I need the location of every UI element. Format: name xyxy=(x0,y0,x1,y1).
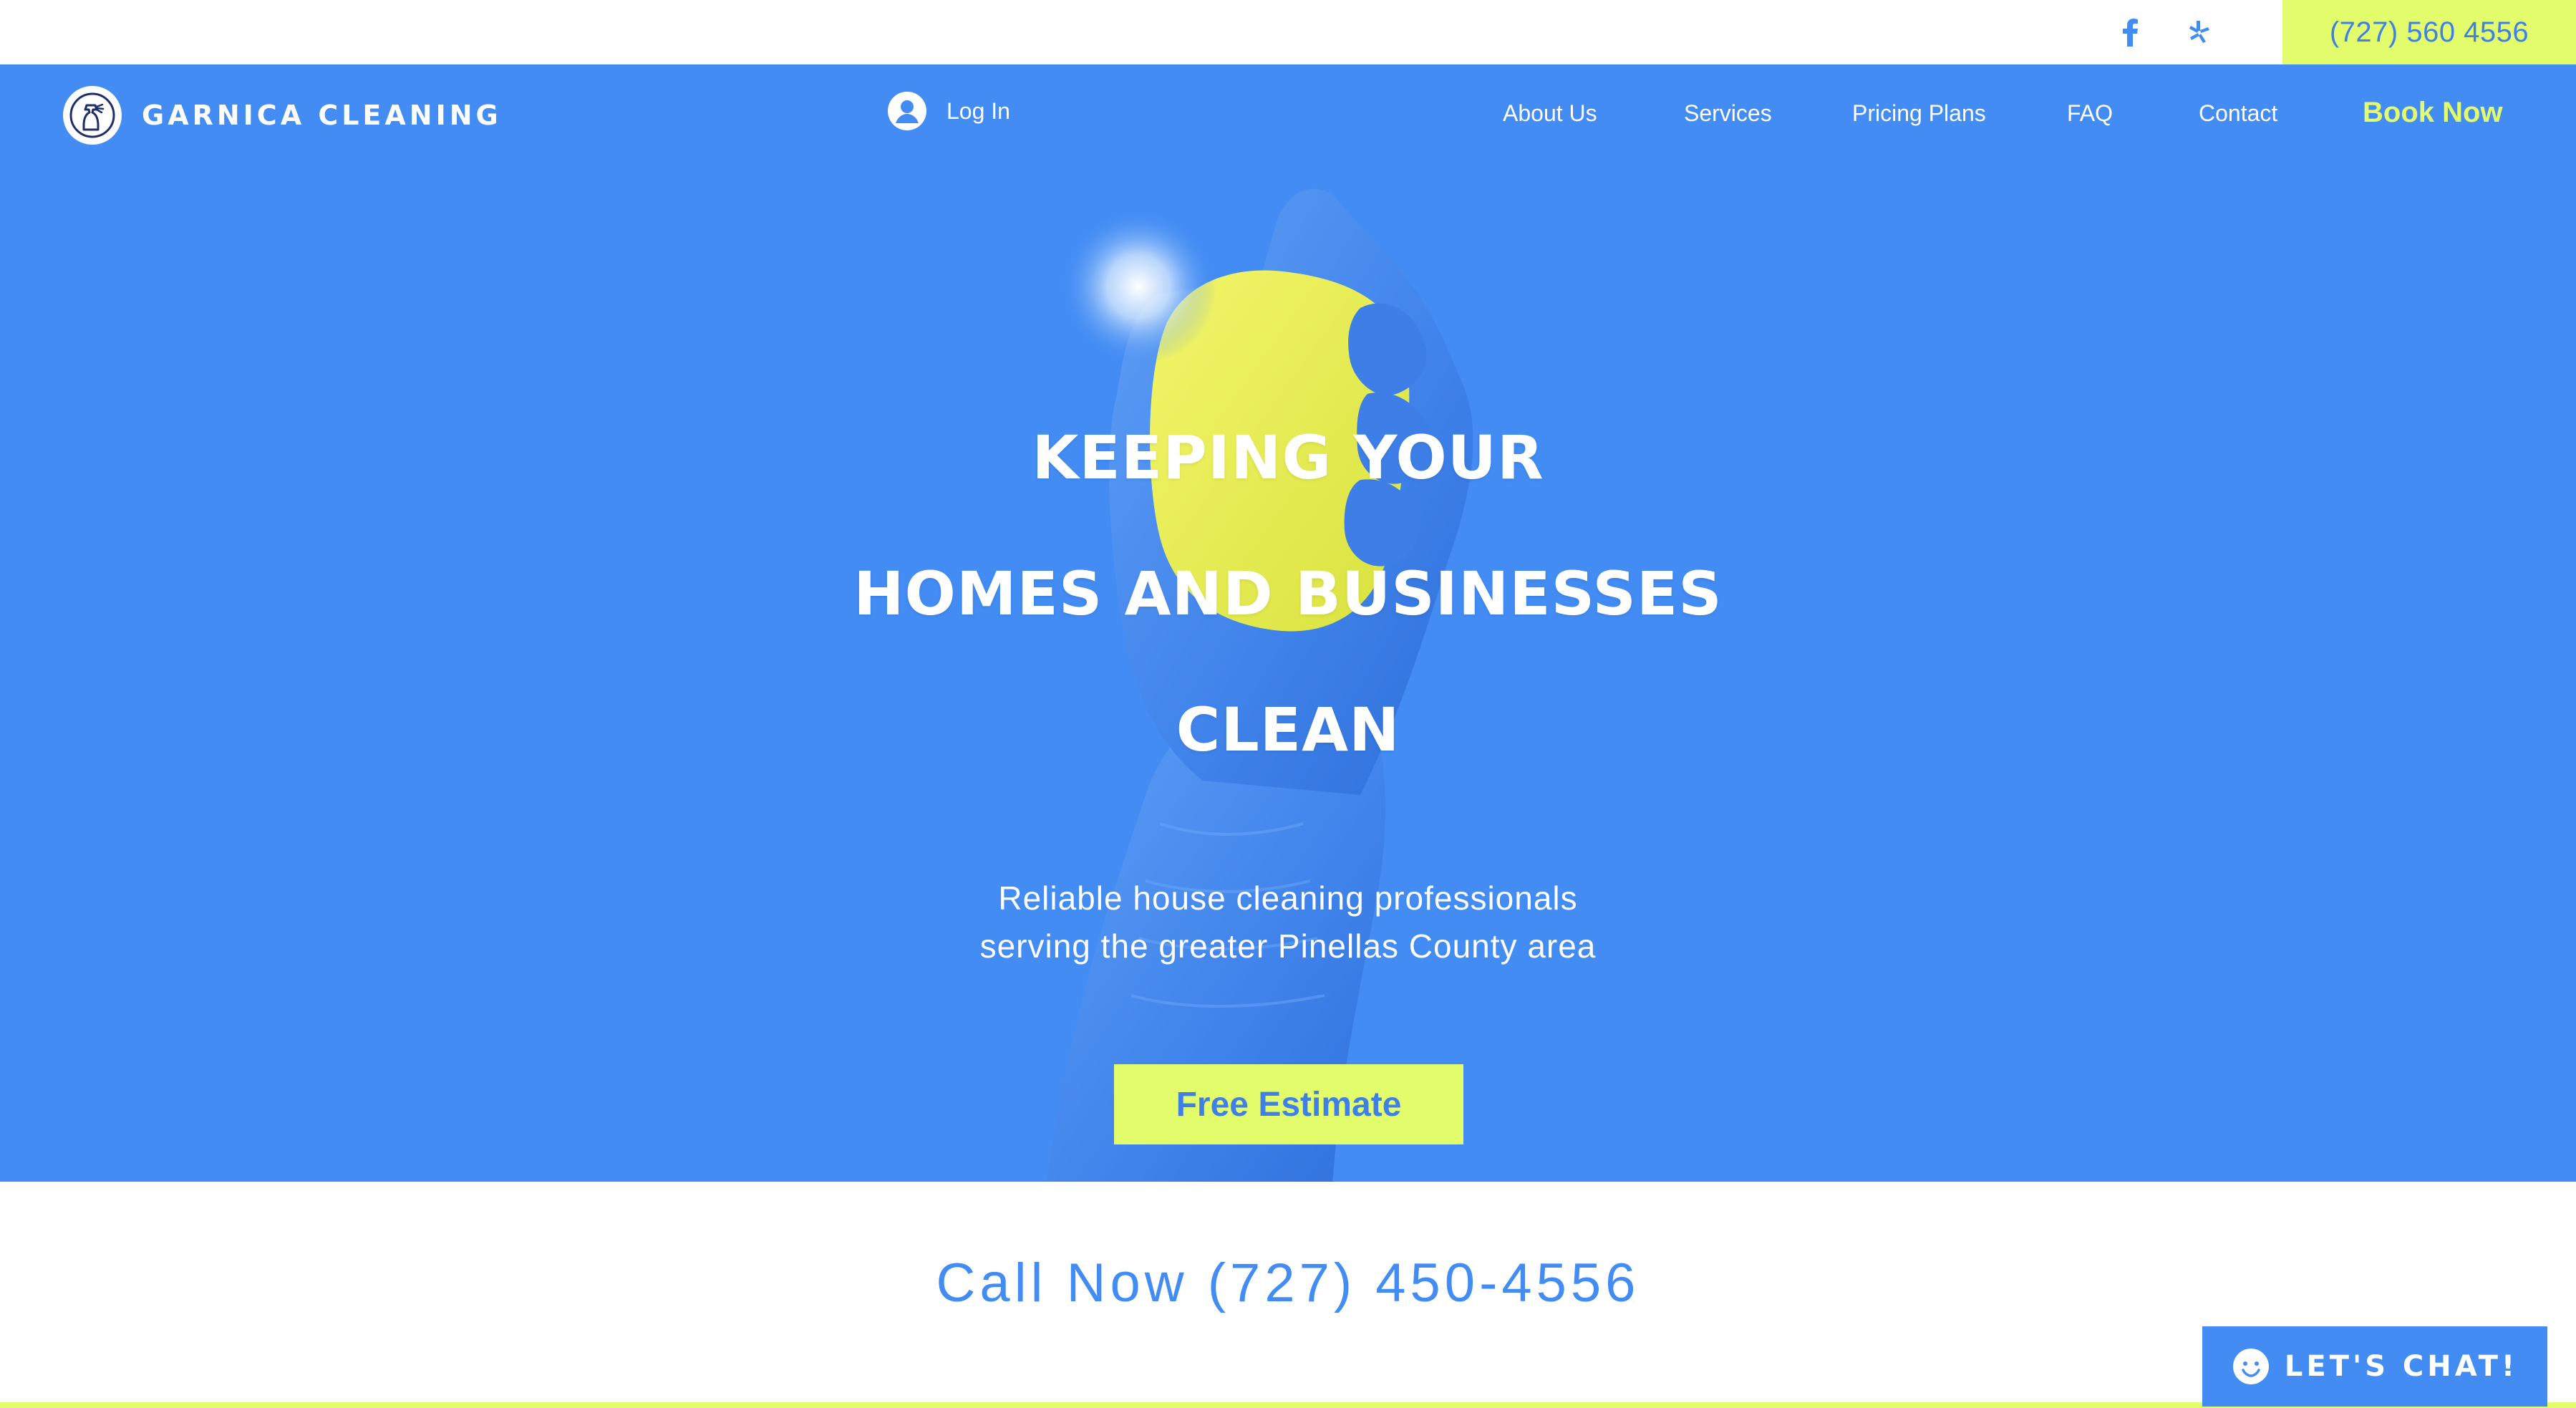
spray-bottle-logo-icon xyxy=(63,86,122,145)
site-logo[interactable]: GARNICA CLEANING xyxy=(63,86,502,145)
footer-accent-strip xyxy=(0,1402,2576,1408)
nav-about-us[interactable]: About Us xyxy=(1503,100,1597,127)
login-button[interactable]: Log In xyxy=(888,92,1010,130)
hero-subtitle-line-2: serving the greater Pinellas County area xyxy=(979,927,1597,965)
header-phone-number[interactable]: (727) 560 4556 xyxy=(2282,0,2576,64)
nav-contact[interactable]: Contact xyxy=(2199,100,2277,127)
hero-section: GARNICA CLEANING Log In About Us Service… xyxy=(0,64,2576,1182)
glove-sponge-illustration xyxy=(1047,188,1473,1182)
brand-name: GARNICA CLEANING xyxy=(142,100,502,131)
nav-faq[interactable]: FAQ xyxy=(2067,100,2113,127)
nav-services[interactable]: Services xyxy=(1684,100,1772,127)
login-label: Log In xyxy=(946,97,1010,124)
top-bar: (727) 560 4556 xyxy=(0,0,2576,64)
call-now-text[interactable]: Call Now (727) 450-4556 xyxy=(0,1252,2576,1314)
yelp-icon xyxy=(2189,21,2209,43)
book-now-button[interactable]: Book Now xyxy=(2363,97,2503,129)
hero-headline-line-2: HOMES AND BUSINESSES xyxy=(853,559,1723,629)
yelp-link[interactable] xyxy=(2181,14,2217,50)
chat-widget-button[interactable]: LET'S CHAT! xyxy=(2202,1326,2547,1407)
hero-subtitle-line-1: Reliable house cleaning professionals xyxy=(998,879,1578,917)
smiley-chat-icon xyxy=(2232,1349,2269,1384)
user-avatar-icon xyxy=(888,92,926,130)
facebook-link[interactable] xyxy=(2112,14,2148,50)
hero-headline-line-1: KEEPING YOUR xyxy=(1032,423,1544,493)
free-estimate-button[interactable]: Free Estimate xyxy=(1114,1064,1463,1144)
hero-headline-line-3: CLEAN xyxy=(1176,695,1400,765)
facebook-icon xyxy=(2123,19,2138,47)
nav-pricing-plans[interactable]: Pricing Plans xyxy=(1852,100,1986,127)
chat-label: LET'S CHAT! xyxy=(2284,1350,2519,1383)
